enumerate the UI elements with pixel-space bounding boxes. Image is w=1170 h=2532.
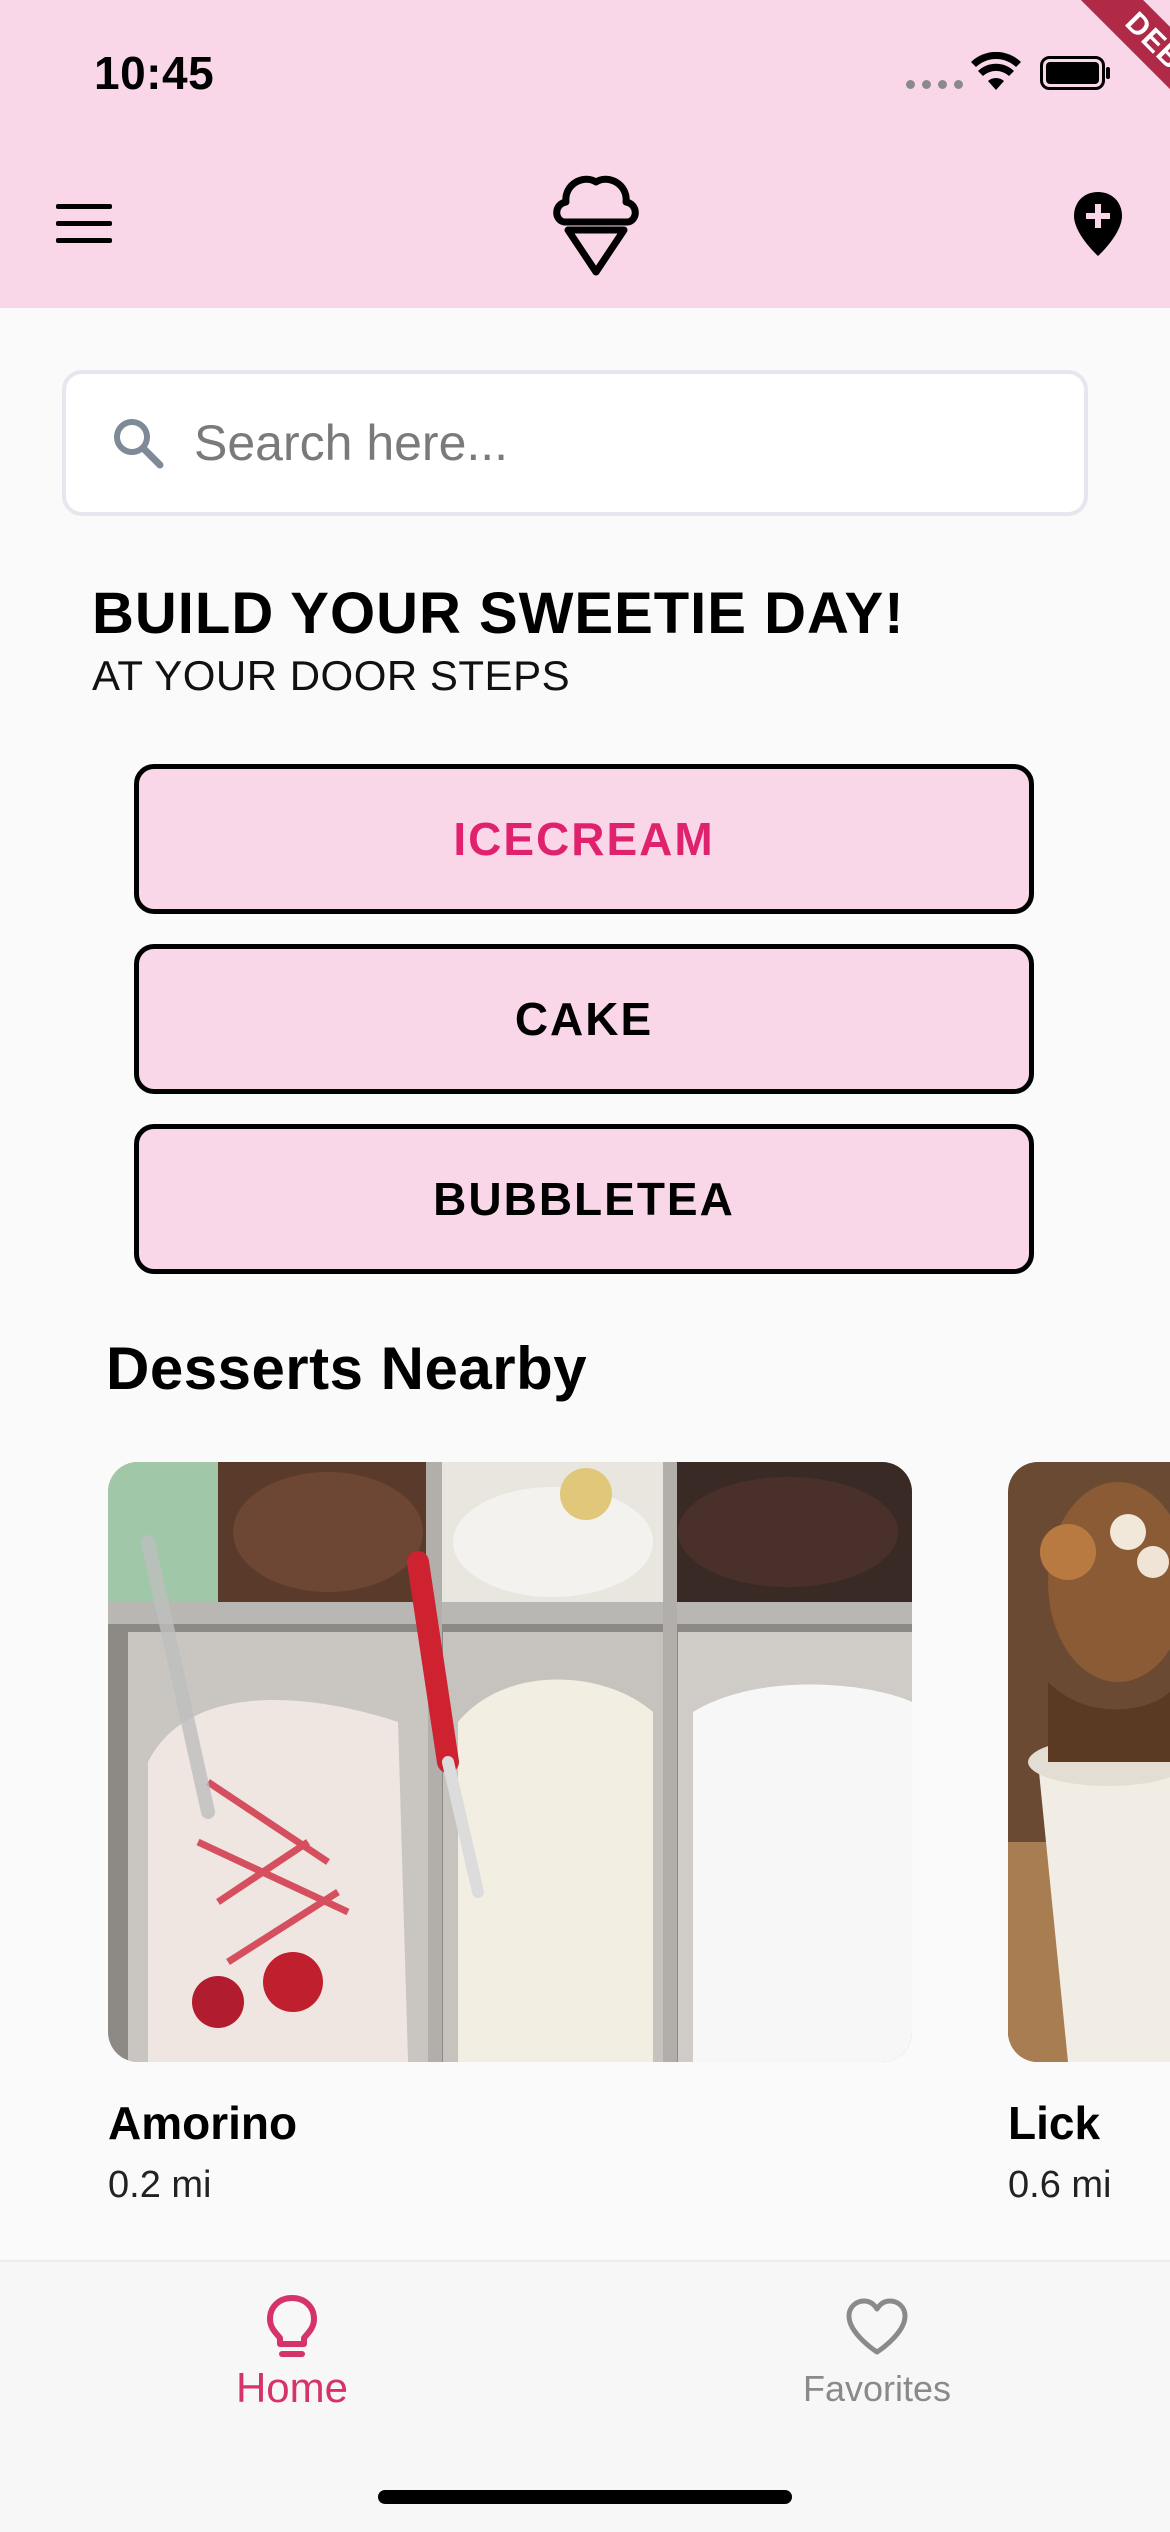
nav-home-label: Home [235, 2364, 349, 2411]
shop-photo [108, 1462, 912, 2062]
section-title: Desserts Nearby [106, 1335, 588, 1402]
home-indicator [378, 2490, 792, 2504]
ice-cream-logo-icon [553, 175, 639, 276]
heart-icon [747, 2292, 1007, 2362]
wifi-icon [971, 52, 1021, 90]
category-icecream-button[interactable]: ICECREAM [134, 764, 1034, 914]
shop-distance: 0.2 mi [108, 2164, 212, 2206]
shop-name: Lick [1008, 2097, 1101, 2149]
menu-button[interactable] [56, 204, 112, 244]
status-time: 10:45 [94, 47, 215, 99]
search-input[interactable] [194, 414, 1014, 472]
app-header: 10:45 DEBUG [0, 0, 1170, 308]
hamburger-icon [56, 204, 112, 209]
shop-card[interactable]: Amorino 0.2 mi [108, 1462, 912, 2207]
nav-favorites-tab[interactable]: Favorites [747, 2292, 1007, 2410]
battery-icon [1040, 56, 1110, 90]
page-subheadline: AT YOUR DOOR STEPS [92, 652, 571, 699]
category-cake-button[interactable]: CAKE [134, 944, 1034, 1094]
search-icon [110, 415, 166, 471]
lightbulb-icon [162, 2292, 422, 2362]
page-headline: BUILD YOUR SWEETIE DAY! [92, 581, 905, 646]
cellular-signal-icon [906, 80, 963, 89]
category-bubbletea-button[interactable]: BUBBLETEA [134, 1124, 1034, 1274]
shop-name: Amorino [108, 2097, 298, 2149]
nav-favorites-label: Favorites [802, 2368, 952, 2409]
nav-home-tab[interactable]: Home [162, 2292, 422, 2412]
add-location-icon[interactable] [1072, 190, 1124, 258]
shop-card[interactable]: Lick 0.6 mi [1008, 1462, 1170, 2207]
shop-distance: 0.6 mi [1008, 2164, 1112, 2206]
shop-photo [1008, 1462, 1170, 2062]
search-bar[interactable] [62, 370, 1088, 516]
